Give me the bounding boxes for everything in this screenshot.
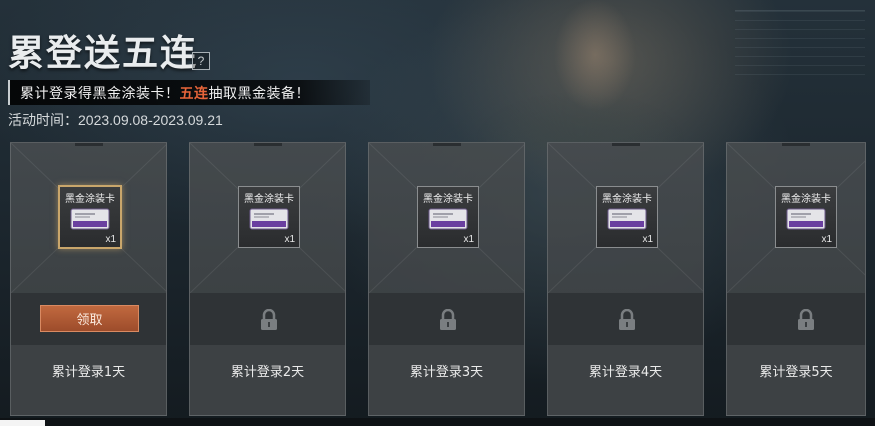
reward-card-day-2: 黑金涂装卡 x1 累计登录2天 bbox=[189, 142, 346, 416]
reward-name: 黑金涂装卡 bbox=[244, 194, 294, 205]
subtitle-highlight: 五连 bbox=[179, 84, 209, 101]
event-title: 累登送五连 bbox=[8, 33, 199, 74]
reward-name: 黑金涂装卡 bbox=[602, 194, 652, 205]
reward-count: x1 bbox=[284, 234, 295, 245]
day-label: 累计登录3天 bbox=[409, 365, 484, 380]
skin-card-icon bbox=[70, 208, 110, 230]
subtitle-suffix: 抽取黑金装备！ bbox=[208, 84, 310, 101]
reward-item[interactable]: 黑金涂装卡 x1 bbox=[596, 186, 658, 248]
reward-card-day-1: 黑金涂装卡 x1 领取 累计登录1天 bbox=[10, 142, 167, 416]
reward-card-day-4: 黑金涂装卡 x1 累计登录4天 bbox=[547, 142, 704, 416]
subtitle-prefix: 累计登录得黑金涂装卡！ bbox=[20, 84, 180, 101]
reward-count: x1 bbox=[105, 234, 116, 245]
reward-item[interactable]: 黑金涂装卡 x1 bbox=[238, 186, 300, 248]
day-label: 累计登录4天 bbox=[588, 365, 663, 380]
lock-icon bbox=[261, 309, 277, 330]
reward-card-day-3: 黑金涂装卡 x1 累计登录3天 bbox=[368, 142, 525, 416]
lock-icon bbox=[619, 309, 635, 330]
reward-count: x1 bbox=[463, 234, 474, 245]
reward-name: 黑金涂装卡 bbox=[65, 194, 115, 205]
reward-count: x1 bbox=[821, 234, 832, 245]
day-label: 累计登录5天 bbox=[759, 365, 833, 380]
reward-item[interactable]: 黑金涂装卡 x1 bbox=[775, 186, 837, 248]
skin-card-icon bbox=[607, 208, 647, 230]
reward-name: 黑金涂装卡 bbox=[781, 194, 831, 205]
help-icon[interactable]: ? bbox=[192, 52, 210, 70]
day-label: 累计登录1天 bbox=[51, 365, 126, 380]
taskbar-fragment bbox=[0, 420, 45, 426]
hud-decoration bbox=[735, 10, 865, 80]
event-subtitle: 累计登录得黑金涂装卡！ 五连 抽取黑金装备！ bbox=[8, 80, 370, 105]
lock-icon bbox=[798, 309, 814, 330]
reward-name: 黑金涂装卡 bbox=[423, 194, 473, 205]
skin-card-icon bbox=[786, 208, 826, 230]
reward-item[interactable]: 黑金涂装卡 x1 bbox=[58, 185, 122, 249]
activity-time: 活动时间：2023.09.08-2023.09.21 bbox=[8, 112, 223, 128]
reward-count: x1 bbox=[642, 234, 653, 245]
lock-icon bbox=[440, 309, 456, 330]
skin-card-icon bbox=[428, 208, 468, 230]
reward-card-day-5: 黑金涂装卡 x1 累计登录5天 bbox=[726, 142, 866, 416]
reward-item[interactable]: 黑金涂装卡 x1 bbox=[417, 186, 479, 248]
skin-card-icon bbox=[249, 208, 289, 230]
claim-button[interactable]: 领取 bbox=[40, 305, 139, 332]
soldier-artwork bbox=[450, 0, 710, 150]
bottom-edge bbox=[0, 418, 875, 426]
day-label: 累计登录2天 bbox=[230, 365, 305, 380]
